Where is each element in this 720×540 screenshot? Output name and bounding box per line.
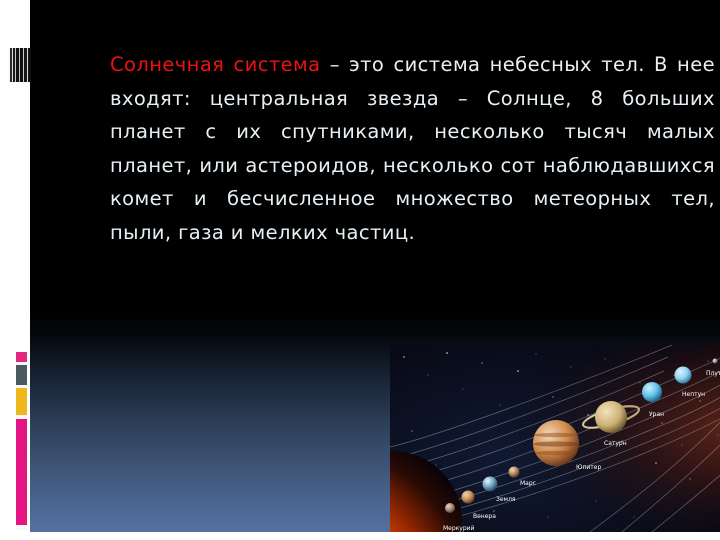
label-jupiter: Юпитер (576, 464, 601, 471)
planet-mercury (445, 503, 455, 513)
slide-canvas: Солнечная система – это система небесных… (30, 0, 720, 532)
planet-venus (461, 490, 475, 504)
planet-pluto (712, 358, 718, 364)
planet-mars (508, 466, 520, 478)
label-saturn: Сатурн (604, 440, 627, 447)
presentation-slide: Солнечная система – это система небесных… (0, 0, 720, 540)
planet-uranus (642, 382, 662, 402)
label-mercury: Меркурий (443, 525, 475, 532)
slide-body-text: Солнечная система – это система небесных… (110, 48, 715, 249)
barcode-mark-icon (9, 48, 31, 82)
label-mars: Марс (520, 480, 536, 487)
label-uranus: Уран (649, 411, 664, 418)
bar-slate (16, 365, 27, 385)
bar-magenta-long (16, 419, 27, 525)
color-bar-strip (16, 352, 27, 530)
bar-amber (16, 388, 27, 415)
body-rest-text: – это система небесных тел. В нее входят… (110, 53, 715, 244)
solar-system-svg: Меркурий Венера Земля Марс Юпитер Сатурн… (390, 345, 720, 532)
title-accent-text: Солнечная система (110, 53, 321, 76)
label-pluto: Плутон (706, 370, 720, 377)
planet-jupiter-bands (533, 432, 579, 456)
bar-pink-top (16, 352, 27, 362)
solar-system-image: Меркурий Венера Земля Марс Юпитер Сатурн… (390, 345, 720, 532)
bar-white-4 (16, 525, 27, 530)
bottom-margin (0, 532, 720, 540)
planet-earth (482, 476, 498, 492)
label-neptune: Нептун (682, 391, 705, 398)
planet-neptune (674, 366, 692, 384)
label-venus: Венера (473, 513, 496, 520)
label-earth: Земля (496, 496, 516, 503)
body-paragraph: Солнечная система – это система небесных… (110, 48, 715, 249)
